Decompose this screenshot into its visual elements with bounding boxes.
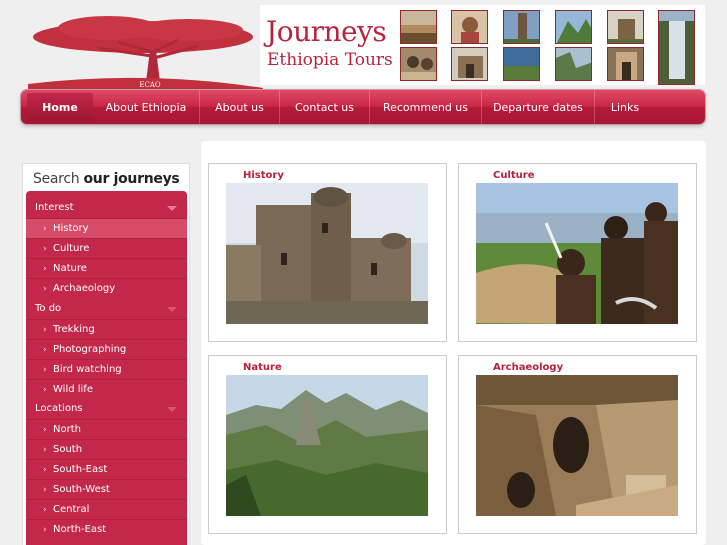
cliff-thumbnail[interactable] bbox=[555, 47, 592, 81]
search-sidebar: Search our journeys Interest › History › C… bbox=[22, 163, 190, 545]
nav-links[interactable]: Links bbox=[595, 90, 655, 124]
sidebar-title: Search our journeys bbox=[33, 171, 180, 187]
menu-item-nature[interactable]: › Nature bbox=[26, 258, 187, 278]
menu-item-history[interactable]: › History bbox=[26, 218, 187, 238]
brand-panel: Journeys Ethiopia Tours bbox=[260, 5, 705, 85]
obelisk-thumbnail[interactable] bbox=[503, 10, 540, 44]
chevron-right-icon: › bbox=[43, 224, 47, 234]
mountain-thumbnail[interactable] bbox=[555, 10, 592, 44]
chevron-down-icon bbox=[167, 206, 177, 211]
person-thumbnail[interactable] bbox=[451, 10, 488, 44]
menu-item-photographing[interactable]: › Photographing bbox=[26, 339, 187, 359]
chevron-right-icon: › bbox=[43, 525, 47, 535]
acacia-tree-logo[interactable]: ECAO bbox=[28, 10, 263, 90]
brand-subtitle[interactable]: Ethiopia Tours bbox=[267, 50, 393, 70]
castle-photo[interactable] bbox=[226, 183, 428, 324]
main-navigation: Home About Ethiopia About us Contact us … bbox=[21, 90, 705, 124]
chevron-right-icon: › bbox=[43, 365, 47, 375]
brand-title[interactable]: Journeys bbox=[266, 15, 387, 48]
menu-item-central[interactable]: › Central bbox=[26, 499, 187, 519]
chevron-right-icon: › bbox=[43, 425, 47, 435]
mountains-photo[interactable] bbox=[226, 375, 428, 516]
interior-thumbnail[interactable] bbox=[607, 47, 644, 81]
card-title[interactable]: History bbox=[243, 170, 284, 181]
menu-item-wild-life[interactable]: › Wild life bbox=[26, 379, 187, 399]
menu-item-south-east[interactable]: › South-East bbox=[26, 459, 187, 479]
chevron-right-icon: › bbox=[43, 264, 47, 274]
menu-item-trekking[interactable]: › Trekking bbox=[26, 319, 187, 339]
chevron-right-icon: › bbox=[43, 505, 47, 515]
chevron-right-icon: › bbox=[43, 385, 47, 395]
card-title[interactable]: Nature bbox=[243, 362, 282, 373]
chevron-right-icon: › bbox=[43, 345, 47, 355]
journey-menu: Interest › History › Culture › Nature › Arch… bbox=[26, 191, 187, 545]
card-nature[interactable]: Nature bbox=[208, 355, 447, 534]
nav-contact-us[interactable]: Contact us bbox=[280, 90, 370, 124]
chevron-right-icon: › bbox=[43, 445, 47, 455]
card-title[interactable]: Culture bbox=[493, 170, 535, 181]
card-culture[interactable]: Culture bbox=[458, 163, 697, 342]
valley-thumbnail[interactable] bbox=[503, 47, 540, 81]
nav-recommend-us[interactable]: Recommend us bbox=[370, 90, 482, 124]
nav-home[interactable]: Home bbox=[27, 93, 93, 121]
rock-church-photo[interactable] bbox=[476, 375, 678, 516]
nav-departure-dates[interactable]: Departure dates bbox=[482, 90, 595, 124]
card-archaeology[interactable]: Archaeology bbox=[458, 355, 697, 534]
chevron-right-icon: › bbox=[43, 325, 47, 335]
chevron-right-icon: › bbox=[43, 465, 47, 475]
chevron-right-icon: › bbox=[43, 485, 47, 495]
nav-about-ethiopia[interactable]: About Ethiopia bbox=[93, 90, 200, 124]
chevron-right-icon: › bbox=[43, 284, 47, 294]
menu-item-south[interactable]: › South bbox=[26, 439, 187, 459]
menu-item-north[interactable]: › North bbox=[26, 419, 187, 439]
menu-category-interest[interactable]: Interest bbox=[26, 198, 187, 218]
chevron-down-icon bbox=[167, 407, 177, 412]
menu-item-culture[interactable]: › Culture bbox=[26, 238, 187, 258]
main-content: History Culture Nature Archaeology bbox=[201, 141, 706, 545]
menu-item-south-west[interactable]: › South-West bbox=[26, 479, 187, 499]
landscape-thumbnail[interactable] bbox=[400, 10, 437, 44]
menu-category-to-do[interactable]: To do bbox=[26, 299, 187, 319]
menu-category-locations[interactable]: Locations bbox=[26, 399, 187, 419]
chevron-right-icon: › bbox=[43, 244, 47, 254]
nav-about-us[interactable]: About us bbox=[200, 90, 280, 124]
waterfall-thumbnail[interactable] bbox=[658, 10, 695, 85]
header: ECAO Journeys Ethiopia Tours bbox=[0, 0, 727, 90]
chevron-down-icon bbox=[167, 307, 177, 312]
menu-item-bird-watching[interactable]: › Bird watching bbox=[26, 359, 187, 379]
card-history[interactable]: History bbox=[208, 163, 447, 342]
menu-item-north-east[interactable]: › North-East bbox=[26, 519, 187, 539]
tree-caption: ECAO bbox=[139, 81, 161, 89]
market-thumbnail[interactable] bbox=[400, 47, 437, 81]
castle-thumbnail[interactable] bbox=[607, 10, 644, 44]
menu-item-archaeology[interactable]: › Archaeology bbox=[26, 278, 187, 298]
card-title[interactable]: Archaeology bbox=[493, 362, 563, 373]
tribal-people-photo[interactable] bbox=[476, 183, 678, 324]
ruins-thumbnail[interactable] bbox=[451, 47, 488, 81]
